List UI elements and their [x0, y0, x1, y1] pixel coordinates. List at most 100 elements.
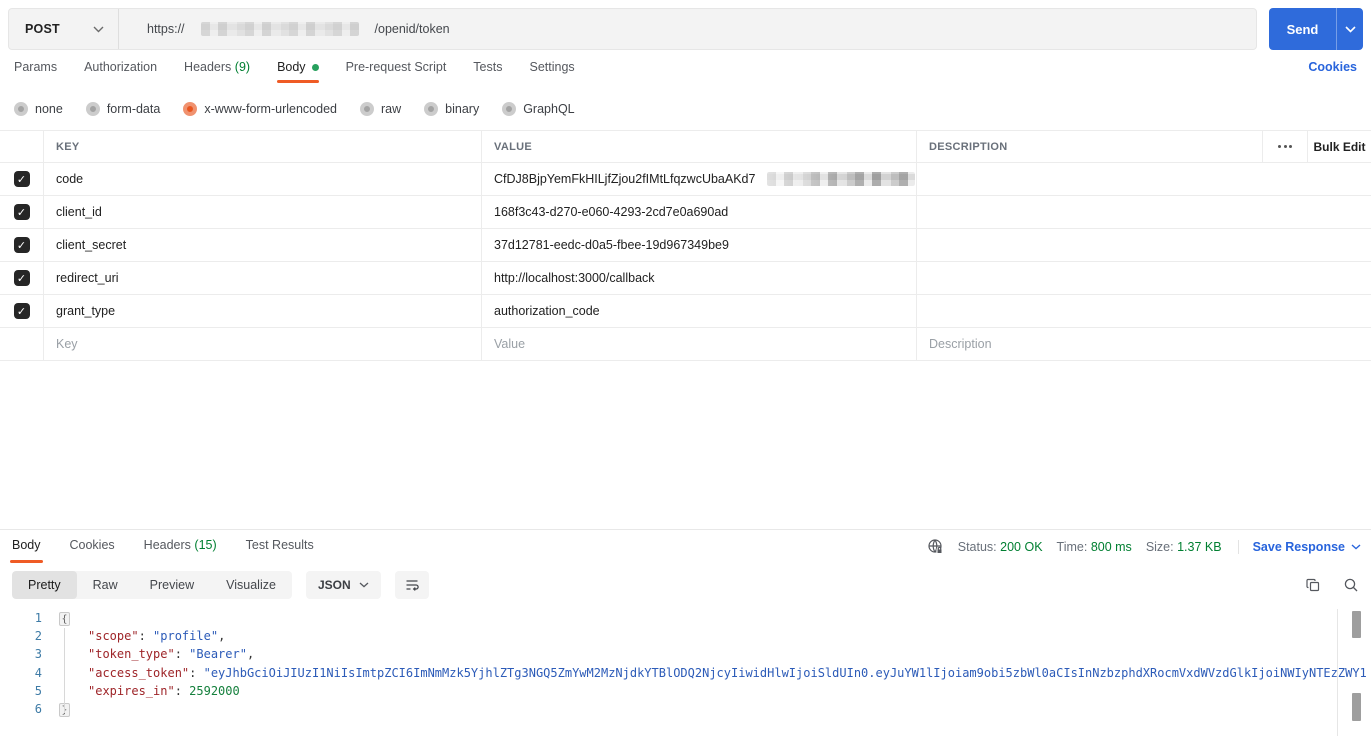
- row-checkbox[interactable]: ✓: [13, 237, 30, 253]
- param-description-cell[interactable]: [917, 196, 1371, 228]
- redacted-url-segment: [200, 22, 359, 36]
- headers-count: (9): [234, 60, 251, 74]
- size-badge: Size: 1.37 KB: [1145, 539, 1222, 554]
- table-row: ✓ redirect_uri http://localhost:3000/cal…: [0, 262, 1371, 295]
- scrollbar-thumb[interactable]: [1352, 611, 1361, 638]
- tab-authorization[interactable]: Authorization: [84, 60, 157, 83]
- param-value-cell[interactable]: http://localhost:3000/callback: [482, 262, 917, 294]
- save-response-button[interactable]: Save Response: [1237, 539, 1361, 554]
- line-number: 2: [34, 629, 42, 644]
- radio-icon: [14, 102, 28, 116]
- chevron-down-icon: [359, 582, 369, 588]
- row-checkbox[interactable]: ✓: [13, 303, 30, 319]
- url-input[interactable]: https:// /openid/token: [119, 9, 1256, 49]
- response-tab-cookies[interactable]: Cookies: [68, 530, 117, 563]
- search-icon[interactable]: [1343, 577, 1359, 593]
- tab-settings[interactable]: Settings: [529, 60, 574, 83]
- param-value-cell[interactable]: CfDJ8BjpYemFkHILjfZjou2fIMtLfqzwcUbaAKd7: [482, 163, 917, 195]
- param-description-input[interactable]: Description: [917, 328, 1371, 360]
- response-body-json: 1 { 2 "scope": "profile", 3 "token_type"…: [0, 609, 1371, 736]
- param-value-cell[interactable]: 37d12781-eedc-d0a5-fbee-19d967349be9: [482, 229, 917, 261]
- mode-x-www-form-urlencoded[interactable]: x-www-form-urlencoded: [183, 102, 337, 116]
- table-row: ✓ grant_type authorization_code: [0, 295, 1371, 328]
- line-number: 1: [34, 611, 42, 625]
- send-label: Send: [1286, 21, 1319, 37]
- format-dropdown[interactable]: JSON: [305, 571, 381, 599]
- param-key-cell[interactable]: client_secret: [44, 229, 482, 261]
- response-pane: Body Cookies Headers (15) Test Results S…: [0, 529, 1371, 736]
- table-row: ✓ code CfDJ8BjpYemFkHILjfZjou2fIMtLfqzwc…: [0, 163, 1371, 196]
- response-header: Body Cookies Headers (15) Test Results S…: [0, 530, 1371, 563]
- param-value-cell[interactable]: authorization_code: [482, 295, 917, 327]
- tab-tests[interactable]: Tests: [473, 60, 502, 83]
- mode-graphql[interactable]: GraphQL: [502, 102, 575, 116]
- mode-raw[interactable]: raw: [360, 102, 401, 116]
- body-content-dot-icon: [311, 64, 319, 72]
- param-value-cell[interactable]: 168f3c43-d270-e060-4293-2cd7e0a690ad: [482, 196, 917, 228]
- param-description-cell[interactable]: [917, 295, 1371, 327]
- bulk-edit-button[interactable]: Bulk Edit: [1308, 131, 1371, 162]
- line-number: 3: [34, 647, 42, 662]
- param-value-input[interactable]: Value: [482, 328, 917, 360]
- view-visualize[interactable]: Visualize: [210, 571, 292, 599]
- param-key-cell[interactable]: code: [44, 163, 482, 195]
- param-description-cell[interactable]: [917, 262, 1371, 294]
- method-url-group: POST https:// /openid/token: [8, 8, 1257, 50]
- send-options-caret[interactable]: [1336, 8, 1363, 50]
- globe-lock-icon[interactable]: [927, 538, 944, 555]
- url-prefix: https://: [147, 22, 185, 36]
- tab-params[interactable]: Params: [14, 60, 57, 83]
- table-header-row: KEY VALUE DESCRIPTION Bulk Edit: [0, 131, 1371, 163]
- urlencoded-params-table: KEY VALUE DESCRIPTION Bulk Edit ✓ code C…: [0, 130, 1371, 361]
- view-mode-group: Pretty Raw Preview Visualize: [12, 571, 292, 599]
- fold-marker[interactable]: {: [59, 612, 70, 626]
- tab-body[interactable]: Body: [277, 60, 319, 83]
- response-tabs: Body Cookies Headers (15) Test Results: [10, 530, 341, 563]
- tab-headers[interactable]: Headers (9): [184, 60, 250, 83]
- mode-binary[interactable]: binary: [424, 102, 479, 116]
- param-key-input[interactable]: Key: [44, 328, 482, 360]
- line-number: 4: [34, 665, 42, 680]
- table-placeholder-row: Key Value Description: [0, 328, 1371, 361]
- row-checkbox[interactable]: ✓: [13, 204, 30, 220]
- param-description-cell[interactable]: [917, 163, 1371, 195]
- code-line: 1 {: [0, 609, 1371, 627]
- chevron-down-icon: [93, 26, 104, 33]
- column-header-key: KEY: [44, 131, 482, 162]
- copy-icon[interactable]: [1305, 577, 1321, 593]
- view-pretty[interactable]: Pretty: [12, 571, 77, 599]
- response-tab-body[interactable]: Body: [10, 530, 43, 563]
- param-key-cell[interactable]: grant_type: [44, 295, 482, 327]
- mode-none[interactable]: none: [14, 102, 63, 116]
- row-checkbox[interactable]: ✓: [13, 171, 30, 187]
- table-row: ✓ client_secret 37d12781-eedc-d0a5-fbee-…: [0, 229, 1371, 262]
- method-label: POST: [25, 22, 60, 36]
- method-dropdown[interactable]: POST: [9, 9, 119, 49]
- mode-form-data[interactable]: form-data: [85, 102, 160, 116]
- redacted-value-segment: [767, 172, 916, 186]
- column-header-value: VALUE: [482, 131, 917, 162]
- param-key-cell[interactable]: redirect_uri: [44, 262, 482, 294]
- response-view-toolbar: Pretty Raw Preview Visualize JSON: [12, 570, 1359, 600]
- param-key-cell[interactable]: client_id: [44, 196, 482, 228]
- code-clip-boundary: [1337, 609, 1338, 736]
- table-row: ✓ client_id 168f3c43-d270-e060-4293-2cd7…: [0, 196, 1371, 229]
- radio-selected-icon: [183, 102, 198, 116]
- header-checkbox-cell: [0, 131, 44, 162]
- radio-icon: [360, 102, 374, 116]
- row-checkbox[interactable]: ✓: [13, 270, 30, 286]
- send-button[interactable]: Send: [1269, 8, 1363, 50]
- radio-icon: [85, 102, 100, 116]
- response-tab-test-results[interactable]: Test Results: [244, 530, 316, 563]
- wrap-text-icon[interactable]: [394, 571, 429, 599]
- cookies-link[interactable]: Cookies: [1308, 60, 1357, 74]
- more-options-icon[interactable]: [1263, 131, 1308, 162]
- response-tab-headers[interactable]: Headers (15): [142, 530, 219, 563]
- param-description-cell[interactable]: [917, 229, 1371, 261]
- view-raw[interactable]: Raw: [77, 571, 134, 599]
- tab-pre-request-script[interactable]: Pre-request Script: [346, 60, 447, 83]
- radio-icon: [424, 102, 439, 116]
- view-preview[interactable]: Preview: [134, 571, 210, 599]
- fold-guide-line: [64, 628, 65, 713]
- scrollbar-marker[interactable]: [1352, 693, 1361, 721]
